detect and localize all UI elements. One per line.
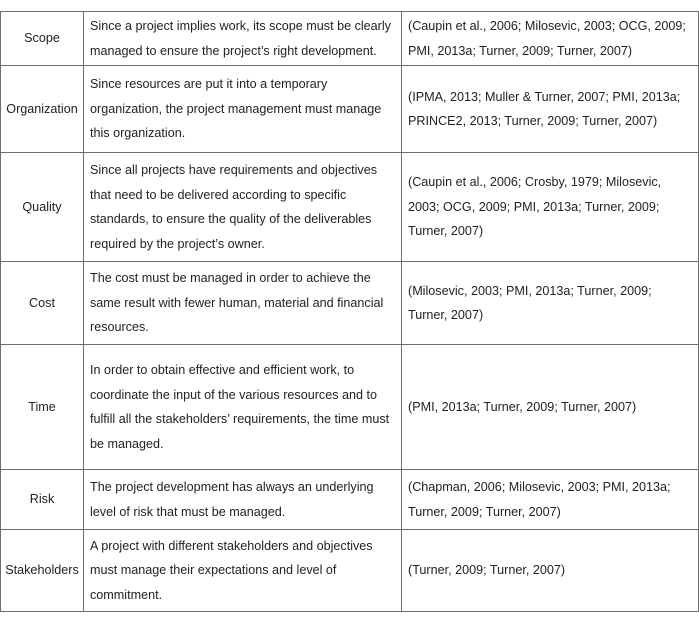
table-row: Stakeholders A project with different sta… <box>0 529 699 612</box>
dimension-cell: Quality <box>0 152 84 262</box>
description-cell: Since a project implies work, its scope … <box>83 11 402 66</box>
description-cell: Since resources are put it into a tempor… <box>83 65 402 153</box>
table-row: Cost The cost must be managed in order to… <box>0 261 699 345</box>
table-row: Organization Since resources are put it i… <box>0 65 699 153</box>
dimension-cell: Cost <box>0 261 84 345</box>
dimension-cell: Organization <box>0 65 84 153</box>
references-cell: (Caupin et al., 2006; Milosevic, 2003; O… <box>401 11 699 66</box>
references-cell: (Caupin et al., 2006; Crosby, 1979; Milo… <box>401 152 699 262</box>
dimension-cell: Time <box>0 344 84 470</box>
dimension-cell: Stakeholders <box>0 529 84 612</box>
references-cell: (Milosevic, 2003; PMI, 2013a; Turner, 20… <box>401 261 699 345</box>
references-cell: (Turner, 2009; Turner, 2007) <box>401 529 699 612</box>
dimension-cell: Scope <box>0 11 84 66</box>
dimension-cell: Risk <box>0 469 84 530</box>
description-cell: In order to obtain effective and efficie… <box>83 344 402 470</box>
references-cell: (IPMA, 2013; Muller & Turner, 2007; PMI,… <box>401 65 699 153</box>
table-row: Risk The project development has always a… <box>0 469 699 530</box>
table-row: Scope Since a project implies work, its s… <box>0 11 699 66</box>
references-cell: (PMI, 2013a; Turner, 2009; Turner, 2007) <box>401 344 699 470</box>
description-cell: A project with different stakeholders an… <box>83 529 402 612</box>
table-row: Quality Since all projects have requireme… <box>0 152 699 262</box>
dimensions-table: Scope Since a project implies work, its s… <box>0 11 699 612</box>
description-cell: The cost must be managed in order to ach… <box>83 261 402 345</box>
description-cell: The project development has always an un… <box>83 469 402 530</box>
references-cell: (Chapman, 2006; Milosevic, 2003; PMI, 20… <box>401 469 699 530</box>
table-row: Time In order to obtain effective and eff… <box>0 344 699 470</box>
description-cell: Since all projects have requirements and… <box>83 152 402 262</box>
